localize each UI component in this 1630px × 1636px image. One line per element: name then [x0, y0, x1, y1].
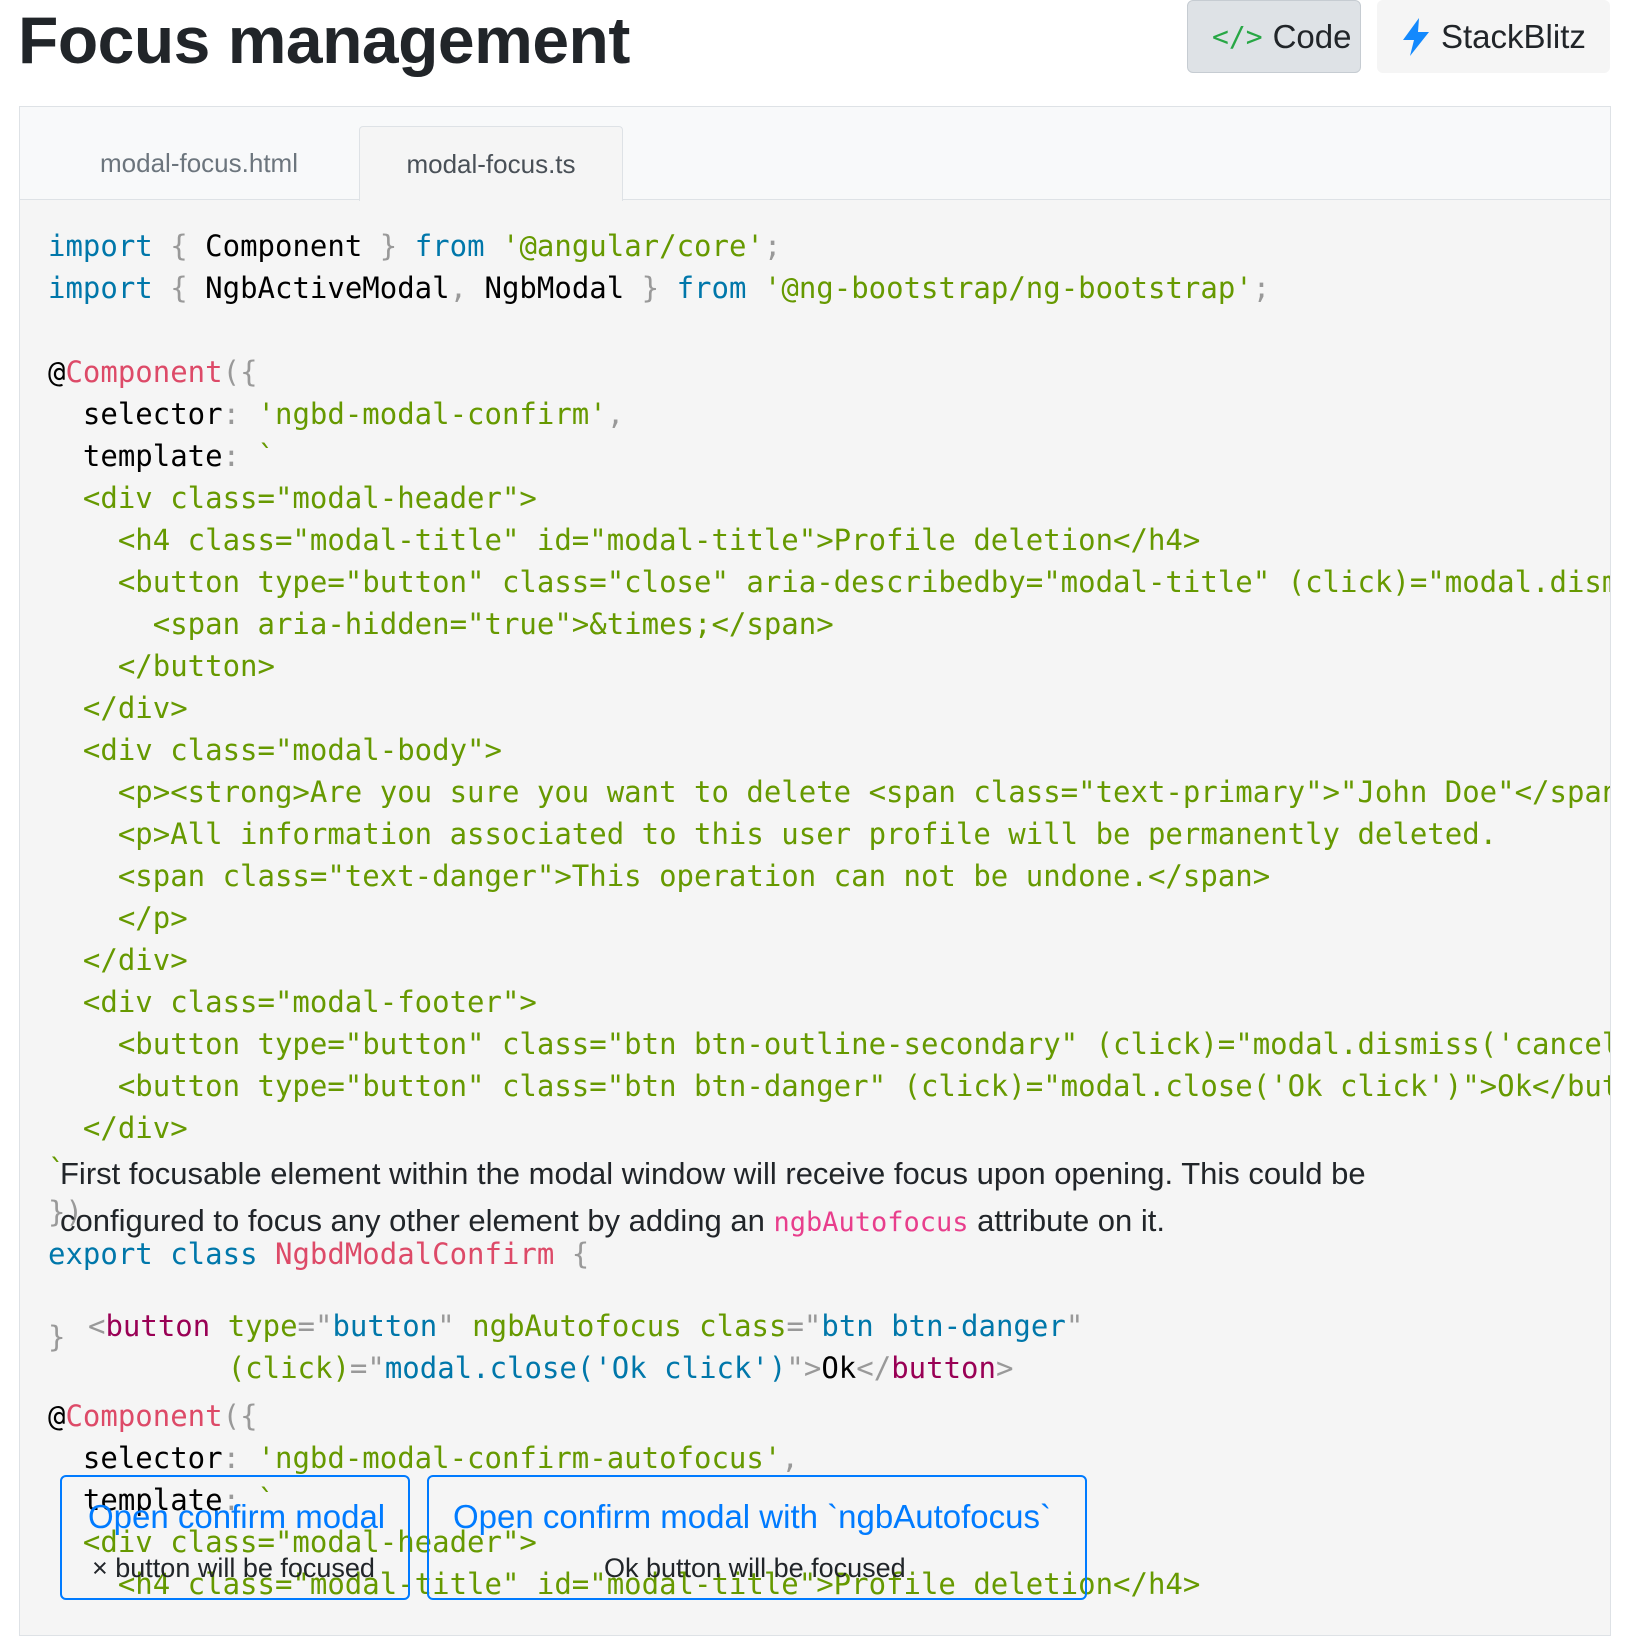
code-line: </p>	[48, 901, 188, 935]
code-line: <button type="button" class="close" aria…	[48, 565, 1610, 599]
code-line: </div>	[48, 1111, 188, 1145]
lightning-bolt-icon	[1401, 17, 1431, 56]
code-button-label: Code	[1272, 17, 1352, 55]
code-line: </div>	[48, 691, 188, 725]
code-line: <div class="modal-footer">	[48, 985, 537, 1019]
code-line: <h4 class="modal-title" id="modal-title"…	[48, 523, 1201, 557]
code-line: <button type="button" class="btn btn-dan…	[48, 1069, 1610, 1103]
code-line: <div class="modal-body">	[48, 733, 502, 767]
code-line: </button>	[48, 649, 275, 683]
code-line: selector: 'ngbd-modal-confirm',	[48, 397, 625, 431]
close-button-focus-hint: × button will be focused	[92, 1553, 375, 1583]
code-line: <p><strong>Are you sure you want to dele…	[48, 775, 1610, 809]
code-line: import { NgbActiveModal, NgbModal } from…	[48, 271, 1271, 305]
code-line: <div class="modal-header">	[48, 481, 537, 515]
focus-description: First focusable element within the modal…	[60, 1156, 1366, 1238]
open-confirm-modal-autofocus-label: Open confirm modal with `ngbAutofocus`	[453, 1498, 1051, 1535]
code-icon: </>	[1212, 20, 1263, 53]
open-confirm-modal-label: Open confirm modal	[88, 1498, 386, 1535]
code-line: <button type="button" class="btn btn-out…	[48, 1027, 1610, 1061]
code-line: @Component({	[48, 1399, 258, 1433]
code-line: <span aria-hidden="true">&times;</span>	[48, 607, 834, 641]
code-line: import { Component } from '@angular/core…	[48, 229, 782, 263]
code-line: </div>	[48, 943, 188, 977]
file-tabs: modal-focus.html modal-focus.ts	[20, 107, 1610, 201]
code-button[interactable]: </> Code	[1187, 0, 1361, 73]
code-block: import { Component } from '@angular/core…	[48, 225, 1610, 1275]
code-line: <span class="text-danger">This operation…	[48, 859, 1271, 893]
inline-code: ngbAutofocus	[773, 1207, 969, 1238]
code-line: selector: 'ngbd-modal-confirm-autofocus'…	[48, 1441, 799, 1475]
tab-modal-focus-html[interactable]: modal-focus.html	[20, 126, 378, 201]
autofocus-snippet: <button type="button" ngbAutofocus class…	[88, 1309, 1084, 1385]
stackblitz-button-label: StackBlitz	[1441, 17, 1586, 55]
code-line: <p>All information associated to this us…	[48, 817, 1498, 851]
ok-button-focus-hint: Ok button will be focused	[604, 1553, 906, 1583]
page-title: Focus management	[18, 3, 630, 77]
closing-brace: }	[48, 1320, 66, 1354]
code-line: @Component({	[48, 355, 258, 389]
tab-modal-focus-ts[interactable]: modal-focus.ts	[359, 126, 623, 201]
code-line: template: `	[48, 439, 275, 473]
stackblitz-button[interactable]: StackBlitz	[1377, 0, 1610, 73]
